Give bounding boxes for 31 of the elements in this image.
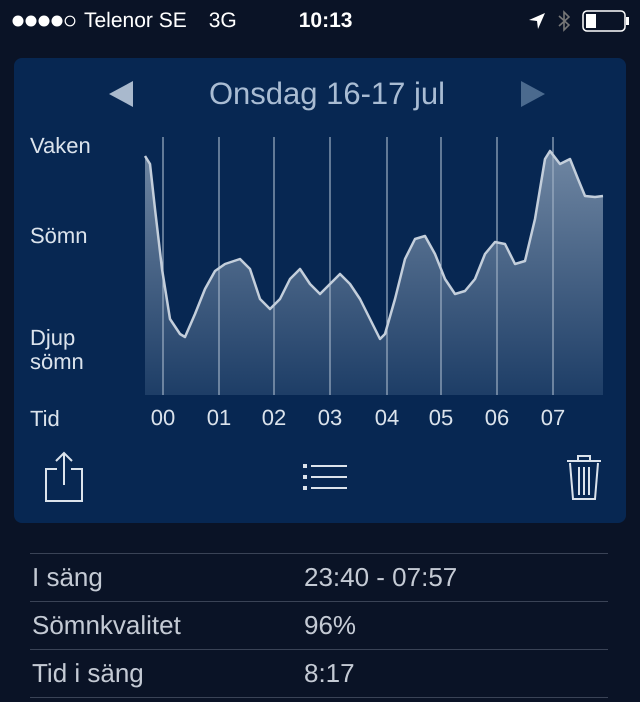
location-arrow-icon (528, 12, 546, 30)
hour-label: 04 (374, 405, 400, 431)
status-time: 10:13 (298, 9, 352, 33)
axis-label: Djup sömn (30, 326, 85, 374)
hour-label: 05 (428, 405, 454, 431)
list-icon[interactable] (303, 463, 347, 491)
bluetooth-icon (558, 10, 570, 32)
stat-label: I säng (31, 562, 104, 593)
stat-value: 96% (304, 610, 356, 641)
hour-label: 01 (206, 405, 232, 431)
network-type: 3G (208, 9, 237, 33)
axis-label: Tid (30, 406, 61, 432)
stat-label: Sömnkvalitet (31, 610, 182, 641)
share-icon[interactable] (44, 451, 84, 503)
battery-icon (582, 10, 630, 32)
trash-icon[interactable] (566, 453, 602, 501)
hour-label: 03 (318, 405, 342, 431)
hour-label: 07 (540, 405, 566, 431)
signal-icon (12, 14, 78, 28)
axis-label: Sömn (30, 224, 88, 248)
hour-label: 02 (262, 405, 286, 431)
carrier-name: Telenor SE (84, 9, 187, 33)
date-title: Onsdag 16-17 jul (208, 76, 446, 112)
previous-arrow-icon[interactable] (108, 80, 134, 108)
stat-value: 23:40 - 07:57 (304, 562, 458, 593)
stat-value: 8:17 (304, 658, 355, 689)
hour-label: 06 (484, 405, 510, 431)
hour-label: 00 (150, 405, 176, 431)
axis-label: Vaken (30, 134, 92, 158)
next-arrow-icon[interactable] (520, 80, 546, 108)
stat-label: Tid i säng (31, 658, 145, 689)
